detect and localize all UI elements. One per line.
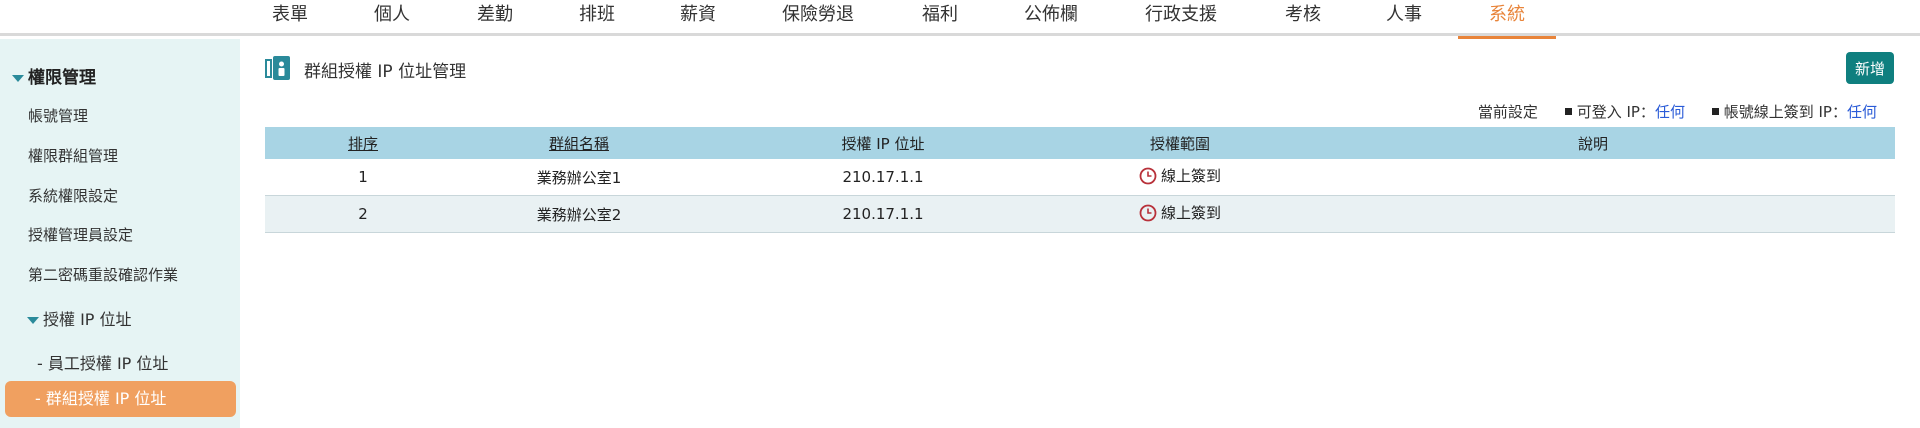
current-settings: 當前設定 可登入 IP：任何 帳號線上簽到 IP：任何 [1478, 101, 1877, 122]
sidebar-subgroup-label: 授權 IP 位址 [43, 310, 132, 329]
header-scope: 授權範圍 [1069, 127, 1291, 159]
tab-appraisal[interactable]: 考核 [1283, 0, 1323, 36]
checkin-ip-value-link[interactable]: 任何 [1847, 103, 1877, 121]
cell-group-name: 業務辦公室2 [461, 195, 697, 233]
top-nav: 表單 個人 差勤 排班 薪資 保險勞退 福利 公佈欄 行政支援 考核 人事 系統 [0, 0, 1920, 39]
sidebar-item-account-management[interactable]: 帳號管理 [28, 105, 88, 126]
add-button[interactable]: 新增 [1846, 52, 1894, 84]
tab-hr[interactable]: 人事 [1384, 0, 1424, 36]
header-note: 說明 [1291, 127, 1895, 159]
sidebar-group-permission-management[interactable]: 權限管理 [12, 63, 96, 88]
caret-down-icon [12, 74, 24, 82]
sidebar-item-second-password-reset[interactable]: 第二密碼重設確認作業 [28, 264, 178, 285]
sidebar-item-system-permission[interactable]: 系統權限設定 [28, 185, 118, 206]
page-title: 群組授權 IP 位址管理 [304, 62, 467, 82]
settings-label: 當前設定 [1477, 103, 1538, 121]
tab-scheduling[interactable]: 排班 [577, 0, 617, 36]
tab-admin-support[interactable]: 行政支援 [1143, 0, 1219, 36]
sidebar: 權限管理 帳號管理 權限群組管理 系統權限設定 授權管理員設定 第二密碼重設確認… [0, 39, 240, 428]
ip-table: 排序 群組名稱 授權 IP 位址 授權範圍 說明 1 業務辦公室1 210.17… [265, 127, 1895, 233]
address-book-icon [265, 56, 290, 80]
scope-label: 線上簽到 [1160, 167, 1221, 186]
clock-icon [1139, 167, 1157, 185]
cell-note [1291, 159, 1895, 196]
table-header-row: 排序 群組名稱 授權 IP 位址 授權範圍 說明 [265, 127, 1895, 159]
scope-label: 線上簽到 [1160, 204, 1221, 223]
caret-down-icon [27, 317, 39, 324]
tab-attendance[interactable]: 差勤 [475, 0, 515, 36]
tab-forms[interactable]: 表單 [270, 0, 310, 36]
sidebar-item-auth-admin[interactable]: 授權管理員設定 [28, 224, 133, 245]
tab-payroll[interactable]: 薪資 [678, 0, 718, 36]
login-ip-label: 可登入 IP： [1576, 103, 1655, 121]
cell-order: 2 [265, 195, 461, 233]
bullet-icon [1711, 108, 1719, 115]
sidebar-group-label: 權限管理 [28, 68, 96, 88]
cell-note [1291, 195, 1895, 233]
cell-group-name: 業務辦公室1 [461, 159, 697, 196]
table-row[interactable]: 2 業務辦公室2 210.17.1.1 線上簽到 [265, 195, 1895, 233]
cell-ip: 210.17.1.1 [697, 195, 1069, 233]
tab-welfare[interactable]: 福利 [920, 0, 960, 36]
sidebar-item-permission-group[interactable]: 權限群組管理 [28, 145, 118, 166]
login-ip-value-link[interactable]: 任何 [1655, 103, 1685, 121]
tab-system[interactable]: 系統 [1458, 0, 1556, 39]
tab-insurance-pension[interactable]: 保險勞退 [780, 0, 856, 36]
tab-personal[interactable]: 個人 [372, 0, 412, 36]
clock-icon [1139, 204, 1157, 222]
cell-scope: 線上簽到 [1069, 159, 1291, 196]
bullet-icon [1564, 108, 1572, 115]
cell-scope: 線上簽到 [1069, 195, 1291, 233]
header-group-name[interactable]: 群組名稱 [461, 127, 697, 159]
sidebar-item-employee-ip[interactable]: - 員工授權 IP 位址 [37, 350, 168, 374]
tab-bulletin[interactable]: 公佈欄 [1022, 0, 1080, 36]
header-ip: 授權 IP 位址 [697, 127, 1069, 159]
header-order[interactable]: 排序 [265, 127, 461, 159]
sidebar-subgroup-authorized-ip[interactable]: 授權 IP 位址 [27, 306, 132, 330]
cell-ip: 210.17.1.1 [697, 159, 1069, 196]
table-row[interactable]: 1 業務辦公室1 210.17.1.1 線上簽到 [265, 159, 1895, 196]
checkin-ip-label: 帳號線上簽到 IP： [1723, 103, 1847, 121]
sidebar-item-group-ip[interactable]: - 群組授權 IP 位址 [5, 381, 236, 417]
cell-order: 1 [265, 159, 461, 196]
